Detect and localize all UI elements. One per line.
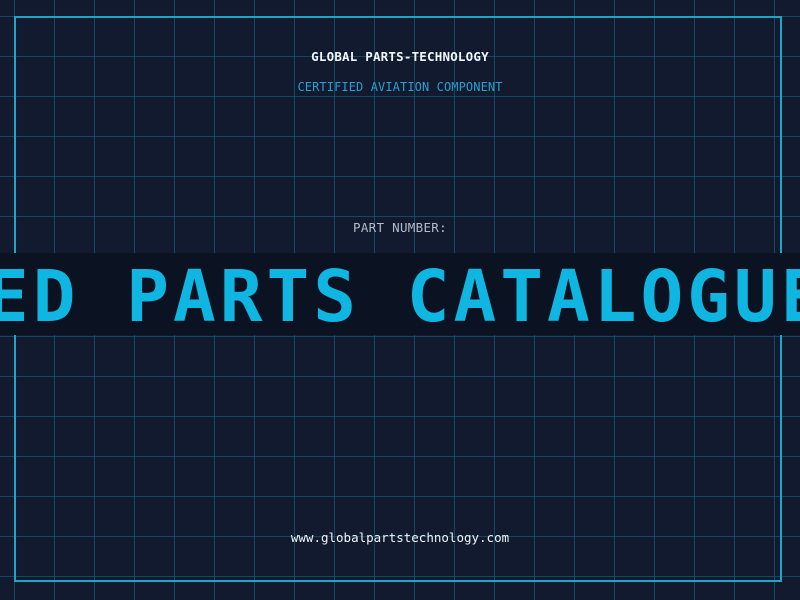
part-number-band: ED PARTS CATALOGUE <box>0 253 800 335</box>
blueprint-page: GLOBAL PARTS-TECHNOLOGY CERTIFIED AVIATI… <box>0 0 800 600</box>
part-number-label: PART NUMBER: <box>353 220 447 235</box>
certification-subtitle: CERTIFIED AVIATION COMPONENT <box>297 80 503 94</box>
website-url: www.globalpartstechnology.com <box>290 530 510 545</box>
part-number-value: ED PARTS CATALOGUE <box>0 255 800 335</box>
company-title: GLOBAL PARTS-TECHNOLOGY <box>311 49 489 64</box>
